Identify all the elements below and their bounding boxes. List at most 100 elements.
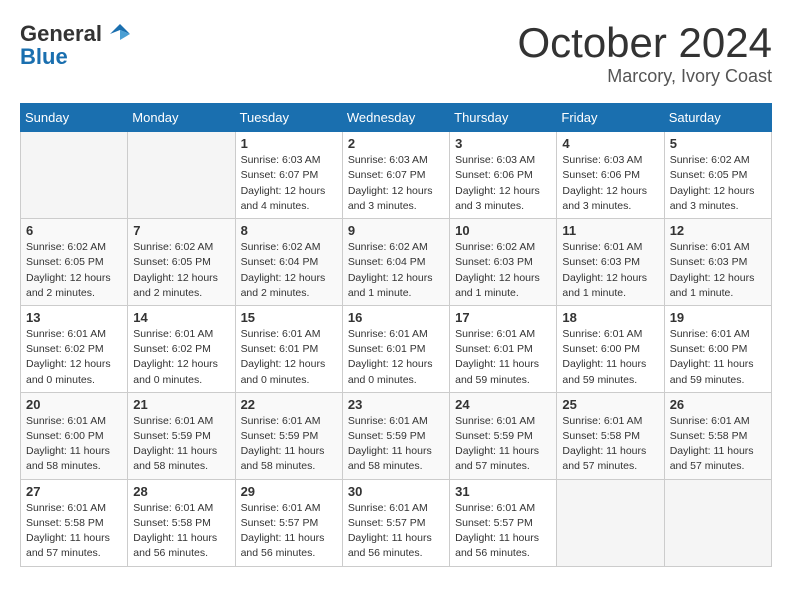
day-number: 23 xyxy=(348,397,444,412)
day-number: 22 xyxy=(241,397,337,412)
day-info: Sunrise: 6:01 AM Sunset: 5:58 PM Dayligh… xyxy=(26,501,122,562)
calendar-cell: 24Sunrise: 6:01 AM Sunset: 5:59 PM Dayli… xyxy=(450,392,557,479)
month-title: October 2024 xyxy=(517,20,772,66)
title-section: October 2024 Marcory, Ivory Coast xyxy=(517,20,772,87)
calendar-cell: 4 Sunrise: 6:03 AM Sunset: 6:06 PM Daylig… xyxy=(557,132,664,219)
calendar-cell: 17Sunrise: 6:01 AM Sunset: 6:01 PM Dayli… xyxy=(450,305,557,392)
day-info: Sunrise: 6:01 AM Sunset: 6:02 PM Dayligh… xyxy=(133,327,229,388)
day-info: Sunrise: 6:02 AM Sunset: 6:04 PM Dayligh… xyxy=(348,240,444,301)
calendar-cell: 13 Sunrise: 6:01 AM Sunset: 6:02 PM Dayli… xyxy=(21,305,128,392)
day-number: 26 xyxy=(670,397,766,412)
calendar-dow-sunday: Sunday xyxy=(21,104,128,132)
day-info: Sunrise: 6:01 AM Sunset: 5:58 PM Dayligh… xyxy=(670,414,766,475)
calendar-cell: 26 Sunrise: 6:01 AM Sunset: 5:58 PM Dayli… xyxy=(664,392,771,479)
day-number: 19 xyxy=(670,310,766,325)
calendar-table: SundayMondayTuesdayWednesdayThursdayFrid… xyxy=(20,103,772,566)
day-number: 3 xyxy=(455,136,551,151)
day-info: Sunrise: 6:02 AM Sunset: 6:03 PM Dayligh… xyxy=(455,240,551,301)
day-number: 8 xyxy=(241,223,337,238)
day-number: 30 xyxy=(348,484,444,499)
day-number: 18 xyxy=(562,310,658,325)
calendar-cell: 23 Sunrise: 6:01 AM Sunset: 5:59 PM Dayli… xyxy=(342,392,449,479)
day-info: Sunrise: 6:01 AM Sunset: 5:59 PM Dayligh… xyxy=(133,414,229,475)
day-number: 15 xyxy=(241,310,337,325)
day-info: Sunrise: 6:01 AM Sunset: 6:01 PM Dayligh… xyxy=(455,327,551,388)
day-info: Sunrise: 6:01 AM Sunset: 6:00 PM Dayligh… xyxy=(670,327,766,388)
calendar-cell xyxy=(664,479,771,566)
calendar-cell: 28 Sunrise: 6:01 AM Sunset: 5:58 PM Dayli… xyxy=(128,479,235,566)
logo-blue-text: Blue xyxy=(20,44,68,70)
day-number: 4 xyxy=(562,136,658,151)
calendar-cell: 8 Sunrise: 6:02 AM Sunset: 6:04 PM Daylig… xyxy=(235,219,342,306)
day-info: Sunrise: 6:01 AM Sunset: 5:59 PM Dayligh… xyxy=(241,414,337,475)
calendar-cell: 21Sunrise: 6:01 AM Sunset: 5:59 PM Dayli… xyxy=(128,392,235,479)
calendar-dow-tuesday: Tuesday xyxy=(235,104,342,132)
calendar-header-row: SundayMondayTuesdayWednesdayThursdayFrid… xyxy=(21,104,772,132)
page-header: General Blue October 2024 Marcory, Ivory… xyxy=(20,20,772,87)
day-info: Sunrise: 6:01 AM Sunset: 6:01 PM Dayligh… xyxy=(241,327,337,388)
day-info: Sunrise: 6:02 AM Sunset: 6:04 PM Dayligh… xyxy=(241,240,337,301)
calendar-week-5: 27 Sunrise: 6:01 AM Sunset: 5:58 PM Dayli… xyxy=(21,479,772,566)
day-info: Sunrise: 6:03 AM Sunset: 6:06 PM Dayligh… xyxy=(562,153,658,214)
calendar-cell: 12 Sunrise: 6:01 AM Sunset: 6:03 PM Dayli… xyxy=(664,219,771,306)
day-info: Sunrise: 6:01 AM Sunset: 6:01 PM Dayligh… xyxy=(348,327,444,388)
day-info: Sunrise: 6:01 AM Sunset: 6:00 PM Dayligh… xyxy=(26,414,122,475)
day-number: 31 xyxy=(455,484,551,499)
calendar-cell: 14Sunrise: 6:01 AM Sunset: 6:02 PM Dayli… xyxy=(128,305,235,392)
calendar-cell: 27 Sunrise: 6:01 AM Sunset: 5:58 PM Dayli… xyxy=(21,479,128,566)
calendar-dow-thursday: Thursday xyxy=(450,104,557,132)
day-info: Sunrise: 6:02 AM Sunset: 6:05 PM Dayligh… xyxy=(133,240,229,301)
day-info: Sunrise: 6:03 AM Sunset: 6:07 PM Dayligh… xyxy=(348,153,444,214)
calendar-cell: 16 Sunrise: 6:01 AM Sunset: 6:01 PM Dayli… xyxy=(342,305,449,392)
day-number: 11 xyxy=(562,223,658,238)
day-info: Sunrise: 6:01 AM Sunset: 5:57 PM Dayligh… xyxy=(348,501,444,562)
day-info: Sunrise: 6:01 AM Sunset: 5:58 PM Dayligh… xyxy=(562,414,658,475)
calendar-cell: 19 Sunrise: 6:01 AM Sunset: 6:00 PM Dayli… xyxy=(664,305,771,392)
day-number: 16 xyxy=(348,310,444,325)
day-number: 20 xyxy=(26,397,122,412)
calendar-dow-monday: Monday xyxy=(128,104,235,132)
calendar-cell: 22 Sunrise: 6:01 AM Sunset: 5:59 PM Dayli… xyxy=(235,392,342,479)
day-info: Sunrise: 6:02 AM Sunset: 6:05 PM Dayligh… xyxy=(26,240,122,301)
calendar-cell: 20 Sunrise: 6:01 AM Sunset: 6:00 PM Dayli… xyxy=(21,392,128,479)
calendar-dow-wednesday: Wednesday xyxy=(342,104,449,132)
logo-bird-icon xyxy=(106,20,134,48)
day-number: 10 xyxy=(455,223,551,238)
day-number: 24 xyxy=(455,397,551,412)
day-info: Sunrise: 6:01 AM Sunset: 6:03 PM Dayligh… xyxy=(670,240,766,301)
day-number: 29 xyxy=(241,484,337,499)
calendar-dow-friday: Friday xyxy=(557,104,664,132)
day-info: Sunrise: 6:03 AM Sunset: 6:06 PM Dayligh… xyxy=(455,153,551,214)
calendar-cell: 6 Sunrise: 6:02 AM Sunset: 6:05 PM Daylig… xyxy=(21,219,128,306)
day-number: 28 xyxy=(133,484,229,499)
calendar-week-2: 6 Sunrise: 6:02 AM Sunset: 6:05 PM Daylig… xyxy=(21,219,772,306)
calendar-cell: 30 Sunrise: 6:01 AM Sunset: 5:57 PM Dayli… xyxy=(342,479,449,566)
calendar-dow-saturday: Saturday xyxy=(664,104,771,132)
day-number: 13 xyxy=(26,310,122,325)
day-info: Sunrise: 6:01 AM Sunset: 6:02 PM Dayligh… xyxy=(26,327,122,388)
day-number: 9 xyxy=(348,223,444,238)
calendar-cell xyxy=(128,132,235,219)
calendar-cell: 1Sunrise: 6:03 AM Sunset: 6:07 PM Daylig… xyxy=(235,132,342,219)
day-number: 6 xyxy=(26,223,122,238)
day-info: Sunrise: 6:01 AM Sunset: 5:57 PM Dayligh… xyxy=(241,501,337,562)
day-number: 5 xyxy=(670,136,766,151)
calendar-cell: 31 Sunrise: 6:01 AM Sunset: 5:57 PM Dayli… xyxy=(450,479,557,566)
day-info: Sunrise: 6:01 AM Sunset: 5:57 PM Dayligh… xyxy=(455,501,551,562)
calendar-cell: 18Sunrise: 6:01 AM Sunset: 6:00 PM Dayli… xyxy=(557,305,664,392)
calendar-cell xyxy=(557,479,664,566)
calendar-cell: 11 Sunrise: 6:01 AM Sunset: 6:03 PM Dayli… xyxy=(557,219,664,306)
calendar-week-4: 20 Sunrise: 6:01 AM Sunset: 6:00 PM Dayli… xyxy=(21,392,772,479)
day-number: 25 xyxy=(562,397,658,412)
day-info: Sunrise: 6:01 AM Sunset: 5:59 PM Dayligh… xyxy=(348,414,444,475)
day-number: 27 xyxy=(26,484,122,499)
day-info: Sunrise: 6:01 AM Sunset: 5:58 PM Dayligh… xyxy=(133,501,229,562)
day-number: 7 xyxy=(133,223,229,238)
calendar-week-1: 1Sunrise: 6:03 AM Sunset: 6:07 PM Daylig… xyxy=(21,132,772,219)
calendar-week-3: 13 Sunrise: 6:01 AM Sunset: 6:02 PM Dayli… xyxy=(21,305,772,392)
day-number: 12 xyxy=(670,223,766,238)
day-info: Sunrise: 6:01 AM Sunset: 6:03 PM Dayligh… xyxy=(562,240,658,301)
logo: General Blue xyxy=(20,20,134,70)
calendar-cell: 15 Sunrise: 6:01 AM Sunset: 6:01 PM Dayli… xyxy=(235,305,342,392)
calendar-cell: 29 Sunrise: 6:01 AM Sunset: 5:57 PM Dayli… xyxy=(235,479,342,566)
